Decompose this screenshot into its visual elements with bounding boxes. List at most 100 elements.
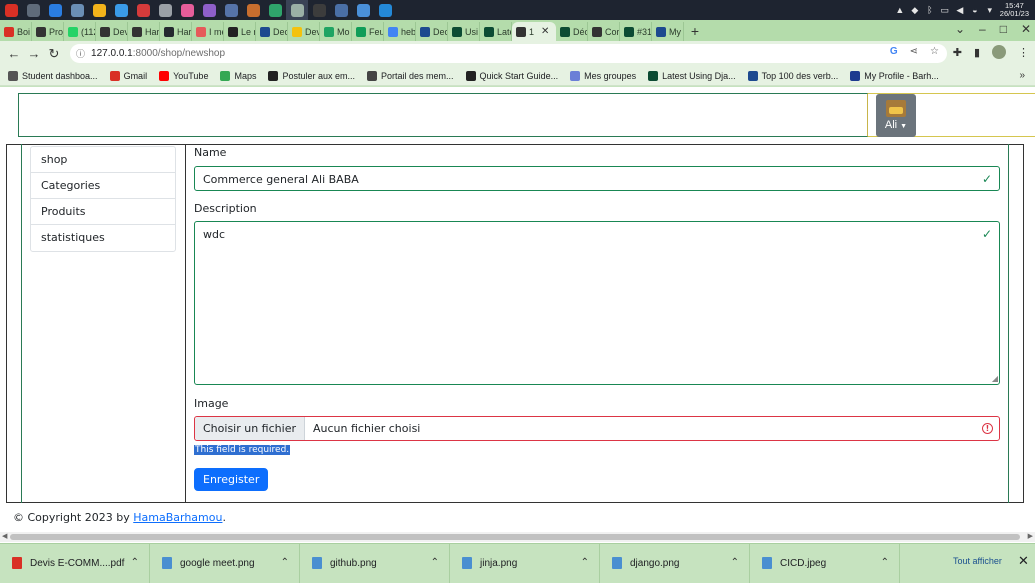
notification-icon[interactable]: ▲: [895, 5, 905, 15]
name-input[interactable]: Commerce general Ali BABA ✓: [194, 166, 1000, 191]
chevron-up-icon[interactable]: ⌃: [731, 557, 739, 568]
taskbar-app[interactable]: [220, 0, 242, 20]
browser-tab[interactable]: Déc: [556, 22, 588, 41]
browser-tab[interactable]: Har: [160, 22, 192, 41]
sidebar-item-statistiques[interactable]: statistiques: [31, 225, 175, 251]
user-menu-button[interactable]: Ali ▼: [876, 94, 916, 137]
browser-tab[interactable]: Dec: [256, 22, 288, 41]
sidebar-item-categories[interactable]: Categories: [31, 173, 175, 199]
reload-icon[interactable]: ↻: [44, 46, 64, 62]
taskbar-app[interactable]: [154, 0, 176, 20]
chevron-up-icon[interactable]: ⌃: [131, 557, 139, 568]
extensions-icon[interactable]: ✚: [953, 46, 962, 59]
browser-tab[interactable]: My: [652, 22, 684, 41]
taskbar-app[interactable]: [264, 0, 286, 20]
taskbar-app[interactable]: [88, 0, 110, 20]
profile-avatar[interactable]: [992, 45, 1006, 59]
clock[interactable]: 15:47 26/01/23: [1000, 2, 1029, 18]
share-icon[interactable]: ⋖: [910, 46, 918, 57]
browser-tab[interactable]: Mo: [320, 22, 352, 41]
download-item[interactable]: Devis E-COMM....pdf ⌃: [0, 543, 150, 583]
bluetooth-icon[interactable]: ᛒ: [925, 5, 935, 15]
display-icon[interactable]: ▭: [940, 5, 950, 15]
scroll-left-icon[interactable]: ◀: [2, 532, 7, 540]
taskbar-app[interactable]: [132, 0, 154, 20]
browser-tab[interactable]: Dec: [416, 22, 448, 41]
image-file-input[interactable]: Choisir un fichier Aucun fichier choisi …: [194, 416, 1000, 441]
show-all-downloads-button[interactable]: Tout afficher: [953, 556, 1002, 566]
taskbar-app[interactable]: [330, 0, 352, 20]
chevron-up-icon[interactable]: ⌃: [281, 557, 289, 568]
browser-tab[interactable]: I me: [192, 22, 224, 41]
chevron-up-icon[interactable]: ⌃: [431, 557, 439, 568]
maximize-button[interactable]: □: [1000, 22, 1007, 36]
browser-tab[interactable]: (112: [64, 22, 96, 41]
browser-tab[interactable]: Har: [128, 22, 160, 41]
taskbar-app[interactable]: [198, 0, 220, 20]
tab-search-icon[interactable]: ⌄: [955, 22, 965, 36]
browser-tab[interactable]: Feu: [352, 22, 384, 41]
chevron-up-icon[interactable]: ⌃: [581, 557, 589, 568]
bookmark-item[interactable]: My Profile - Barh...: [850, 70, 939, 81]
browser-tab[interactable]: Boi: [0, 22, 32, 41]
bookmark-item[interactable]: Latest Using Dja...: [648, 70, 736, 81]
browser-tab[interactable]: #31: [620, 22, 652, 41]
info-icon[interactable]: ⓘ: [76, 47, 85, 60]
taskbar-app[interactable]: [176, 0, 198, 20]
browser-tab[interactable]: Le r: [224, 22, 256, 41]
browser-tab[interactable]: Dev: [96, 22, 128, 41]
network-icon[interactable]: ◒: [970, 5, 980, 15]
browser-tab[interactable]: Cor: [588, 22, 620, 41]
scroll-right-icon[interactable]: ▶: [1028, 532, 1033, 540]
address-bar[interactable]: ⓘ 127.0.0.1:8000/shop/newshop G ⋖ ☆: [70, 44, 947, 63]
taskbar-app[interactable]: [22, 0, 44, 20]
save-button[interactable]: Enregister: [194, 468, 269, 491]
taskbar-app[interactable]: [44, 0, 66, 20]
minimize-button[interactable]: –: [979, 22, 986, 36]
taskbar-app[interactable]: [374, 0, 396, 20]
bookmark-item[interactable]: Student dashboa...: [8, 70, 98, 81]
download-item[interactable]: jinja.png ⌃: [450, 543, 600, 583]
bookmarks-more-icon[interactable]: »: [1019, 70, 1025, 81]
horizontal-scrollbar[interactable]: ◀ ▶: [0, 532, 1035, 542]
browser-tab[interactable]: Proj: [32, 22, 64, 41]
bookmark-item[interactable]: Maps: [220, 70, 256, 81]
sidebar-item-shop[interactable]: shop: [31, 147, 175, 173]
menu-icon[interactable]: ⋮: [1018, 46, 1029, 59]
chevron-up-icon[interactable]: ⌃: [881, 557, 889, 568]
footer-author-link[interactable]: HamaBarhamou: [133, 511, 222, 524]
taskbar-app[interactable]: [286, 0, 308, 20]
bookmark-item[interactable]: Postuler aux em...: [268, 70, 355, 81]
google-icon[interactable]: G: [890, 46, 898, 57]
bookmark-item[interactable]: Quick Start Guide...: [465, 70, 558, 81]
bookmark-item[interactable]: Gmail: [109, 70, 147, 81]
browser-tab[interactable]: Late: [480, 22, 512, 41]
taskbar-app[interactable]: [0, 0, 22, 20]
bookmark-item[interactable]: Portail des mem...: [367, 70, 454, 81]
dropbox-icon[interactable]: ◆: [910, 5, 920, 15]
close-window-button[interactable]: ✕: [1021, 22, 1031, 36]
sidebar-item-produits[interactable]: Produits: [31, 199, 175, 225]
bookmark-item[interactable]: Top 100 des verb...: [747, 70, 838, 81]
taskbar-app[interactable]: [110, 0, 132, 20]
download-item[interactable]: CICD.jpeg ⌃: [750, 543, 900, 583]
browser-tab[interactable]: Dev: [288, 22, 320, 41]
taskbar-app[interactable]: [352, 0, 374, 20]
description-textarea[interactable]: wdc ✓ ◢: [194, 221, 1000, 385]
new-tab-button[interactable]: +: [684, 22, 706, 41]
close-shelf-icon[interactable]: ✕: [1018, 553, 1029, 569]
taskbar-app[interactable]: [308, 0, 330, 20]
browser-tab[interactable]: heb: [384, 22, 416, 41]
volume-icon[interactable]: ◀: [955, 5, 965, 15]
scrollbar-thumb[interactable]: [10, 534, 1020, 540]
taskbar-app[interactable]: [242, 0, 264, 20]
side-panel-icon[interactable]: ▮: [974, 46, 980, 59]
back-icon[interactable]: ←: [4, 46, 24, 61]
bookmark-item[interactable]: YouTube: [159, 70, 208, 81]
browser-tab[interactable]: 1 ✕: [512, 22, 556, 41]
close-tab-icon[interactable]: ✕: [541, 26, 549, 37]
download-item[interactable]: github.png ⌃: [300, 543, 450, 583]
choose-file-button[interactable]: Choisir un fichier: [195, 417, 305, 440]
download-item[interactable]: google meet.png ⌃: [150, 543, 300, 583]
taskbar-app[interactable]: [66, 0, 88, 20]
